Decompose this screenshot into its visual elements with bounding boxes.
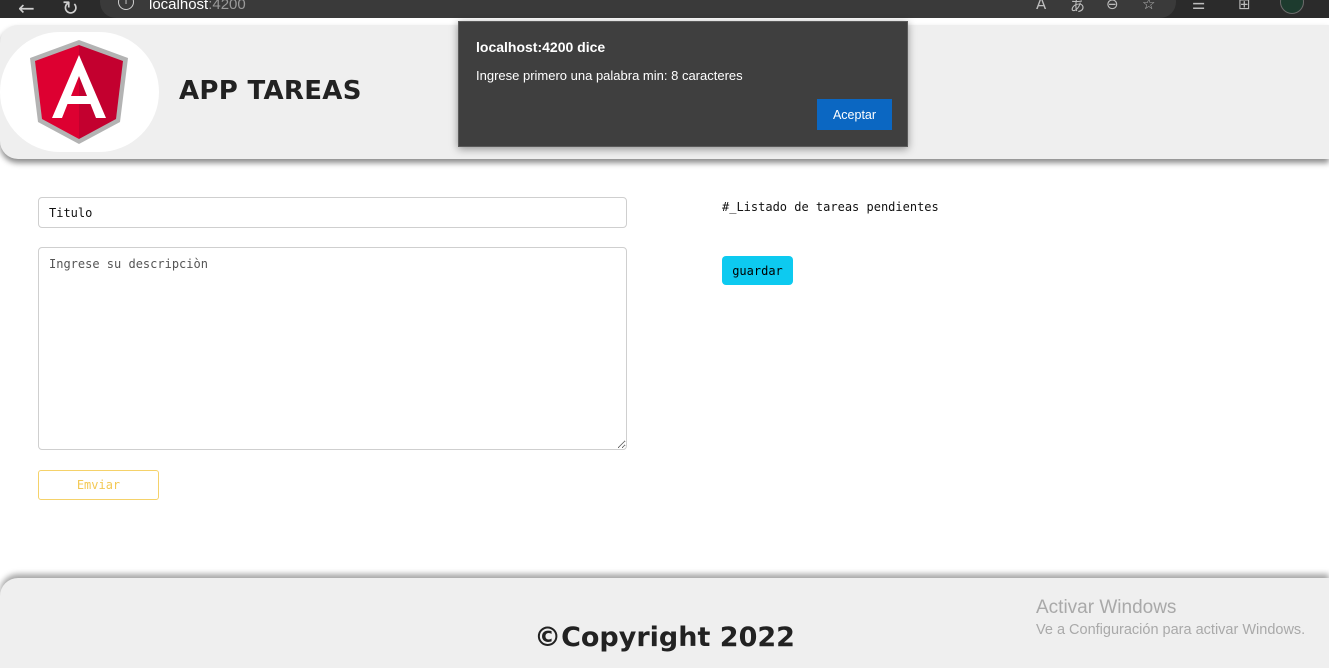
dialog-ok-button[interactable]: Aceptar — [817, 99, 892, 130]
send-button[interactable]: Emviar — [38, 470, 159, 500]
favorite-add-icon[interactable]: ☆ — [1142, 0, 1155, 13]
save-button[interactable]: guardar — [722, 256, 793, 285]
reload-icon[interactable]: ↻ — [62, 0, 79, 20]
task-list-heading: #_Listado de tareas pendientes — [722, 200, 939, 214]
favorites-icon[interactable]: ☰ — [1192, 0, 1205, 13]
description-textarea[interactable] — [38, 247, 627, 450]
zoom-out-icon[interactable]: ⊖ — [1106, 0, 1119, 13]
angular-logo-icon — [30, 40, 128, 144]
read-aloud-icon[interactable]: A — [1036, 0, 1046, 13]
address-bar[interactable] — [100, 0, 1176, 18]
collections-icon[interactable]: ⊞ — [1238, 0, 1251, 13]
windows-activation-title: Activar Windows — [1036, 597, 1177, 618]
dialog-title: localhost:4200 dice — [476, 39, 606, 55]
dialog-message: Ingrese primero una palabra min: 8 carac… — [476, 68, 743, 83]
windows-activation-subtitle: Ve a Configuración para activar Windows. — [1036, 622, 1306, 638]
alert-dialog: localhost:4200 dice Ingrese primero una … — [458, 21, 908, 147]
app-title: APP TAREAS — [179, 76, 362, 106]
title-input[interactable] — [38, 197, 627, 228]
translate-icon[interactable]: あ — [1070, 0, 1085, 16]
back-arrow-icon[interactable]: ← — [18, 0, 35, 20]
url-text[interactable]: localhost:4200 — [149, 0, 246, 13]
